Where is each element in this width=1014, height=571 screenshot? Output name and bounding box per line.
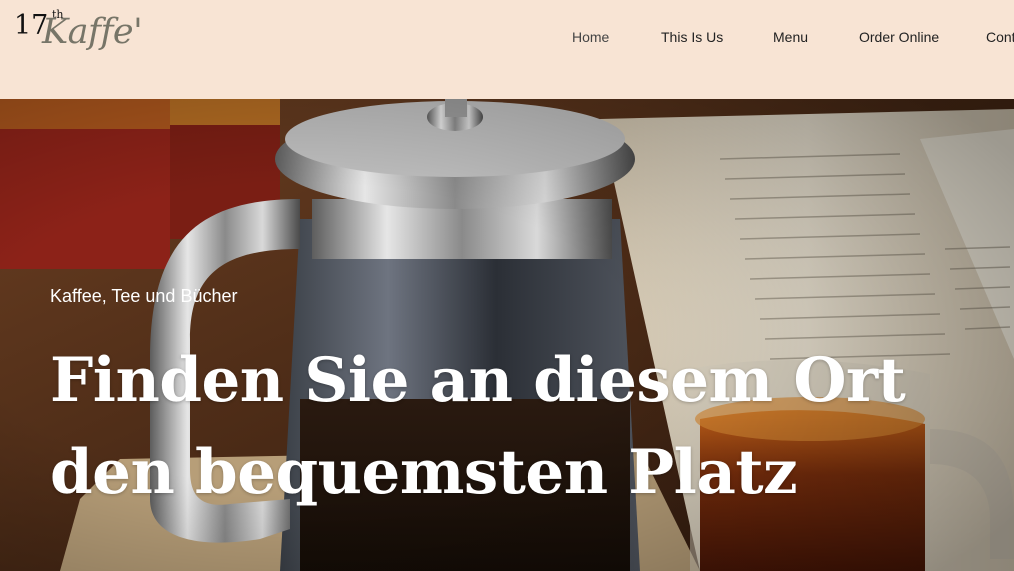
hero-title-line-2: den bequemsten Platz	[50, 437, 798, 508]
nav-this-is-us[interactable]: This Is Us	[661, 29, 723, 45]
main-nav: Home This Is Us Menu Order Online Cont	[0, 29, 1014, 49]
nav-order-online[interactable]: Order Online	[859, 29, 939, 45]
hero-section: Kaffee, Tee und Bücher Finden Sie an die…	[0, 99, 1014, 571]
nav-menu[interactable]: Menu	[773, 29, 808, 45]
nav-contact[interactable]: Cont	[986, 29, 1014, 45]
hero-kicker: Kaffee, Tee und Bücher	[50, 286, 238, 306]
hero-title: Finden Sie an diesem Ort den bequemsten …	[50, 335, 970, 519]
site-header: 17 th Kaffe' Home This Is Us Menu Order …	[0, 0, 1014, 99]
hero-title-line-1: Finden Sie an diesem Ort	[50, 345, 906, 416]
nav-home[interactable]: Home	[572, 29, 609, 45]
